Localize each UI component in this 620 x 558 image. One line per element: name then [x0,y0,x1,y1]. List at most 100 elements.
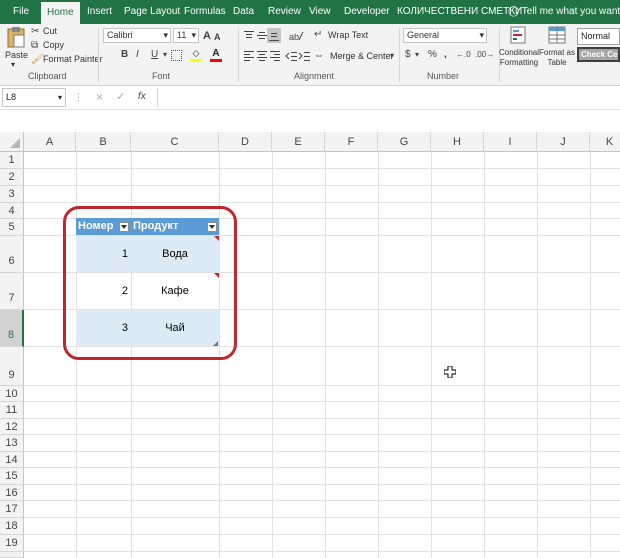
row-header[interactable]: 11 [0,402,24,419]
row-header[interactable]: 10 [0,386,24,402]
align-bottom-icon [269,33,279,41]
style-normal[interactable]: Normal [577,28,620,45]
tab-home[interactable]: Home [41,2,80,24]
cancel-button[interactable]: × [96,90,103,104]
column-header[interactable]: H [431,132,484,152]
svg-text:ab: ab [289,32,299,42]
column-header[interactable]: E [272,132,325,152]
tab-formulas[interactable]: Formulas [184,0,226,24]
column-header[interactable]: A [24,132,76,152]
column-header[interactable]: I [484,132,537,152]
merge-center-label: Merge & Center [330,51,394,61]
lightbulb-icon: ◯ [508,6,522,17]
row-header[interactable]: 19 [0,535,24,552]
alignment-group-label: Alignment [294,71,335,81]
insert-function-button[interactable]: fx [138,91,146,102]
row-header[interactable]: 13 [0,435,24,452]
chevron-down-icon[interactable]: ▾ [163,49,167,61]
row-header[interactable]: 16 [0,485,24,501]
paste-button[interactable]: Paste ▾ [3,26,29,70]
column-header[interactable]: C [131,132,219,152]
column-header[interactable]: B [76,132,131,152]
row-header[interactable]: 2 [0,169,24,186]
orientation-icon[interactable]: ab [288,30,304,42]
column-header[interactable]: K [590,132,620,152]
tab-developer[interactable]: Developer [344,0,390,24]
row-header[interactable]: 4 [0,203,24,219]
increase-indent-icon[interactable] [298,50,310,62]
font-name-select[interactable]: Calibri ▾ [103,28,171,43]
row-header [0,552,24,558]
decrease-decimal-icon[interactable]: .00→ [475,49,494,61]
chevron-down-icon: ▾ [57,93,62,102]
font-color-icon[interactable]: A [210,48,222,62]
tab-custom-accounts[interactable]: КОЛИЧЕСТВЕНИ СМЕТКИ [397,0,522,24]
fill-color-icon[interactable]: ◇ [190,48,202,62]
italic-button[interactable]: I [136,49,139,61]
number-format-select[interactable]: General ▾ [403,28,487,43]
name-box[interactable]: L8 ▾ [2,88,66,107]
row-header[interactable]: 12 [0,419,24,435]
wrap-text-label: Wrap Text [328,30,369,40]
tab-review[interactable]: Review [268,0,301,24]
row-header[interactable]: 5 [0,219,24,236]
column-header[interactable]: J [537,132,590,152]
format-as-table-label: Format as Table [538,48,575,67]
tell-me-box[interactable]: ◯ Tell me what you want to do [508,0,620,24]
formula-input[interactable] [160,88,618,107]
row-header[interactable]: 7 [0,273,24,310]
cut-label: Cut [43,26,58,36]
conditional-formatting-icon [510,26,526,44]
row-header[interactable]: 1 [0,152,24,169]
paintbrush-icon: 🖌 [31,54,44,65]
format-painter-label: Format Painter [43,54,103,64]
column-header[interactable]: G [378,132,431,152]
merge-icon: ⇔ [314,50,324,61]
row-header[interactable]: 18 [0,518,24,535]
column-header[interactable]: D [219,132,272,152]
align-top-icon[interactable] [243,30,255,42]
annotation-highlight [63,206,237,360]
grow-font-button[interactable]: A [203,30,211,42]
shrink-font-button[interactable]: A [214,31,221,43]
tab-data[interactable]: Data [233,0,254,24]
style-check-cell[interactable]: Check Cell [577,47,620,62]
increase-decimal-icon[interactable]: ←.0 [456,49,471,61]
row-header[interactable]: 14 [0,452,24,468]
tab-view[interactable]: View [309,0,331,24]
decrease-indent-icon[interactable] [285,50,297,62]
borders-icon[interactable] [171,50,182,61]
wrap-text-icon: ↵ [314,29,323,40]
enter-button[interactable]: ✓ [116,90,125,103]
formula-bar-spacer [0,110,620,132]
underline-button[interactable]: U [151,49,158,61]
row-header[interactable]: 3 [0,186,24,203]
conditional-formatting-button[interactable]: Conditional Formatting [495,26,543,70]
select-all-corner[interactable] [0,132,24,152]
column-header[interactable]: F [325,132,378,152]
font-size-select[interactable]: 11 ▾ [173,28,199,43]
align-center-icon[interactable] [256,50,268,62]
divider [98,28,99,82]
row-header[interactable]: 15 [0,468,24,485]
align-right-icon[interactable] [269,50,281,62]
percent-button[interactable]: % [428,49,437,61]
row-header[interactable]: 9 [0,347,24,386]
bold-button[interactable]: B [121,49,128,61]
currency-button[interactable]: $ [405,49,411,61]
tab-insert[interactable]: Insert [87,0,112,24]
align-left-icon[interactable] [243,50,255,62]
align-bottom-button[interactable] [267,28,281,43]
tab-file[interactable]: File [13,0,29,24]
chevron-down-icon: ▾ [11,60,16,69]
formula-buttons: × ✓ fx [88,88,158,107]
tab-page-layout[interactable]: Page Layout [124,0,180,24]
splitter-dots-icon[interactable]: ⋮ [74,92,83,103]
comma-button[interactable]: , [444,49,447,61]
row-header-selected[interactable]: 8 [0,310,24,347]
chevron-down-icon[interactable]: ▾ [415,49,419,61]
format-as-table-button[interactable]: Format as Table [538,26,576,70]
row-header[interactable]: 17 [0,501,24,518]
row-header[interactable]: 6 [0,236,24,273]
chevron-down-icon: ▾ [163,30,168,40]
